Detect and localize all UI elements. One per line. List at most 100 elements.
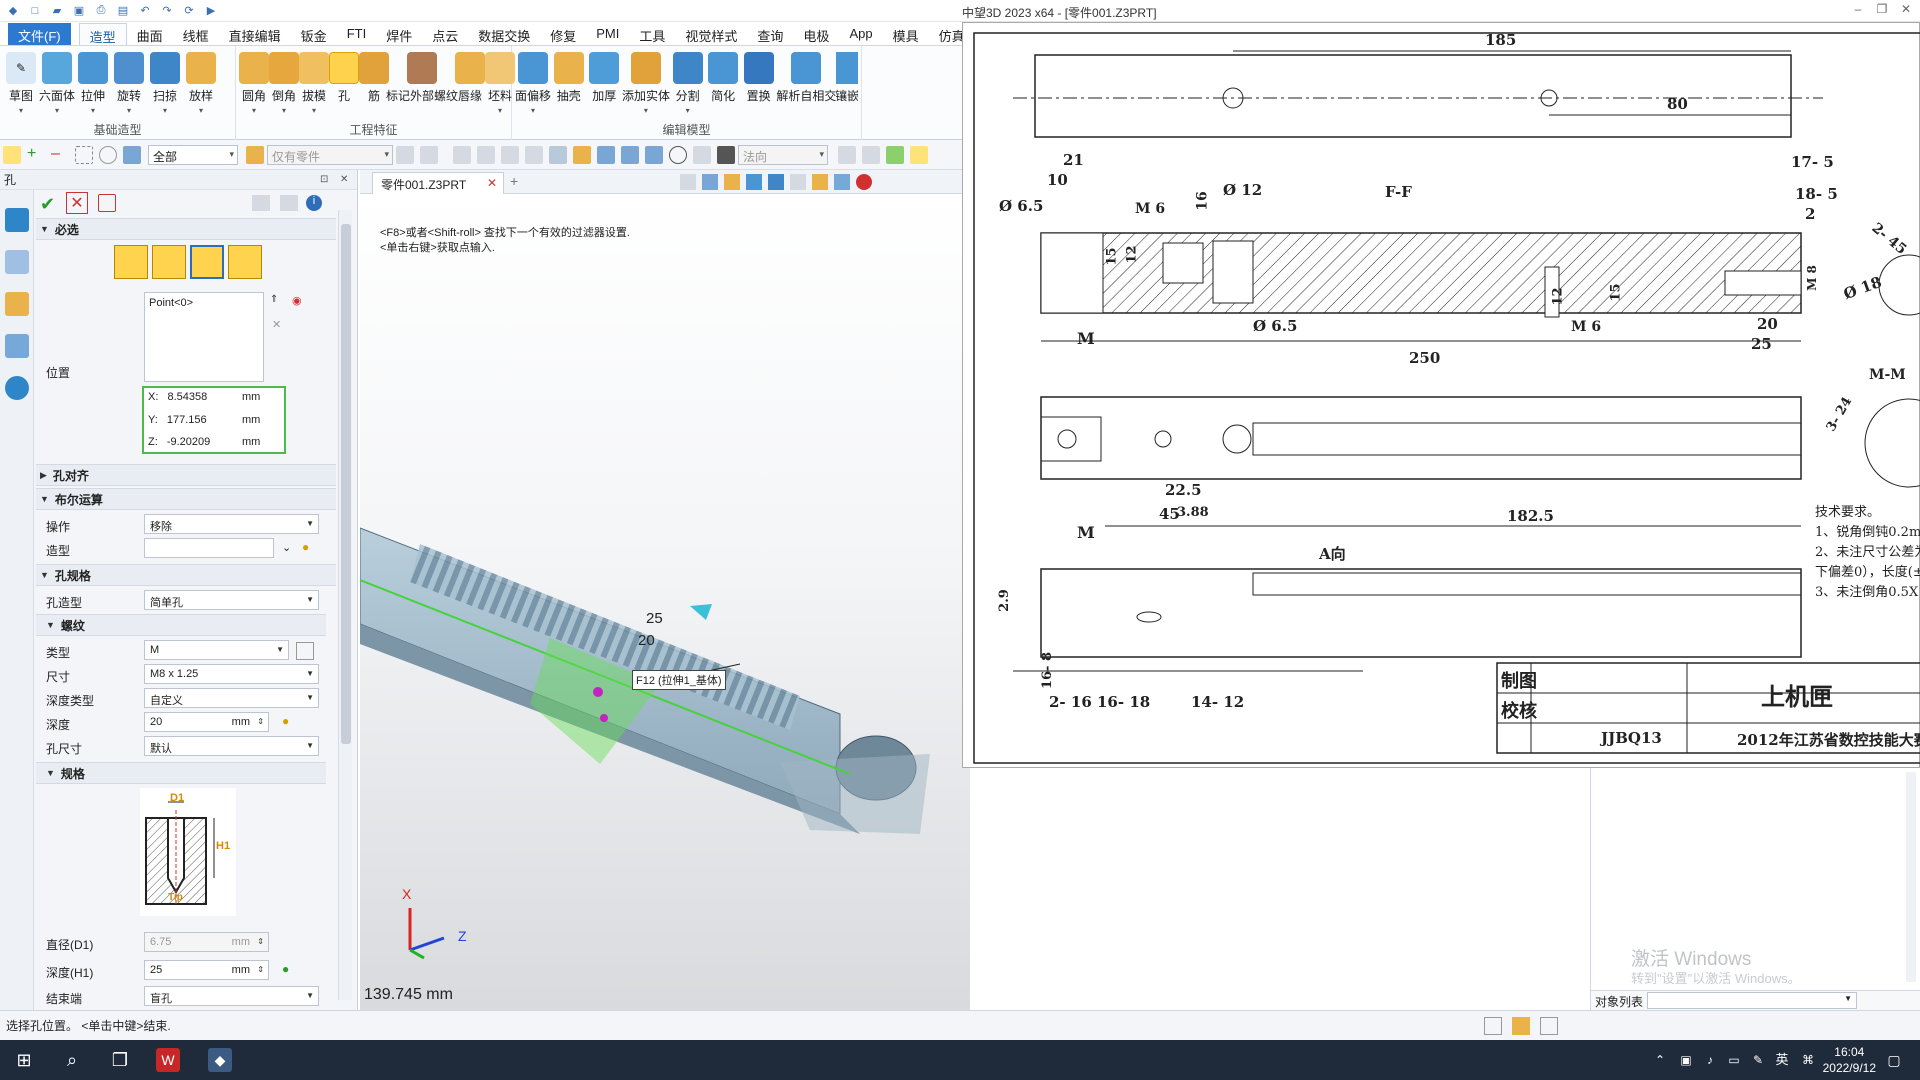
y-coordinate-field[interactable]: Y: 177.156: [148, 414, 207, 426]
pick-icon[interactable]: [838, 145, 856, 164]
close-window-button[interactable]: ✕: [1894, 2, 1918, 20]
hole-size-select[interactable]: 默认 ▼: [144, 736, 319, 756]
hole-type-select[interactable]: 简单孔 ▼: [144, 590, 319, 610]
apply-button[interactable]: [98, 194, 116, 212]
end-type-select[interactable]: 盲孔 ▼: [144, 986, 319, 1006]
panel-pin-icon[interactable]: ⊡: [320, 174, 328, 185]
section-boolean[interactable]: ▼ 布尔运算: [36, 488, 336, 510]
stop-icon[interactable]: [717, 145, 735, 164]
menu-electrode[interactable]: 电极: [793, 23, 839, 45]
menu-wireframe[interactable]: 线框: [173, 23, 219, 45]
new-tab-icon[interactable]: +: [510, 173, 518, 189]
menu-surface[interactable]: 曲面: [127, 23, 173, 45]
thread-table-icon[interactable]: [296, 642, 314, 660]
history-icon[interactable]: [669, 145, 687, 164]
tray-network-icon[interactable]: ▣: [1674, 1048, 1698, 1072]
hole-point-marker-2[interactable]: [600, 714, 608, 722]
object-list-select[interactable]: ▼: [1647, 992, 1857, 1009]
object-panel-scrollbar[interactable]: [1906, 772, 1916, 982]
menu-data-exchange[interactable]: 数据交换: [468, 23, 540, 45]
tray-display-icon[interactable]: ▭: [1722, 1048, 1746, 1072]
section-hole-align[interactable]: ▶ 孔对齐: [36, 464, 336, 486]
pencil-icon[interactable]: [280, 195, 298, 211]
position-list-item[interactable]: Point<0>: [149, 297, 193, 309]
tapered-hole-icon[interactable]: [228, 245, 262, 279]
direction-select[interactable]: 法向 ▾: [738, 144, 828, 165]
view-pencil-icon[interactable]: [724, 174, 740, 190]
tray-sound-icon[interactable]: ♪: [1698, 1048, 1722, 1072]
shape-select-icon[interactable]: [99, 145, 117, 164]
position-list[interactable]: Point<0>: [144, 292, 264, 382]
screen-icon[interactable]: [1512, 1017, 1530, 1035]
app-logo-icon[interactable]: ◆: [4, 2, 22, 20]
shape-input[interactable]: [144, 538, 274, 558]
part-filter-icon[interactable]: [246, 145, 264, 164]
section-spec[interactable]: ▼ 规格: [36, 762, 326, 784]
depth-h1-input[interactable]: 25 mm ⇕: [144, 960, 269, 980]
taskbar-clock[interactable]: 16:04 2022/9/12: [1823, 1044, 1876, 1076]
menu-modeling[interactable]: 造型: [78, 23, 127, 45]
menu-visual-style[interactable]: 视觉样式: [675, 23, 747, 45]
distribute-icon[interactable]: [525, 145, 543, 164]
section-view-icon[interactable]: [790, 174, 806, 190]
menu-pmi[interactable]: PMI: [586, 23, 629, 45]
print-icon[interactable]: ⎙: [92, 2, 110, 20]
part-icon[interactable]: [5, 292, 29, 316]
panel-scroll-thumb[interactable]: [341, 224, 351, 744]
save-icon[interactable]: ▣: [70, 2, 88, 20]
box-select-icon[interactable]: [75, 145, 93, 164]
dimension-20[interactable]: 20: [638, 632, 655, 649]
panel-close-icon[interactable]: ✕: [340, 174, 348, 185]
part-filter-select[interactable]: 仅有零件 ▾: [267, 144, 393, 165]
pick-settings-icon[interactable]: [862, 145, 880, 164]
confirm-button[interactable]: ✔: [40, 194, 55, 215]
snap-toggle-icon[interactable]: [910, 145, 928, 164]
drawing-reference-window[interactable]: 185 80 21 10 Ø 6.5 M 6 16 Ø 12 15 12 F-F…: [962, 22, 1920, 768]
menu-tools[interactable]: 工具: [629, 23, 675, 45]
tray-ime-grid-icon[interactable]: ⌘: [1796, 1048, 1820, 1072]
info-icon[interactable]: i: [306, 195, 322, 211]
hole-point-marker[interactable]: [593, 687, 603, 697]
bracket-icon[interactable]: [693, 145, 711, 164]
display-mode-icon[interactable]: [768, 174, 784, 190]
menu-inquire[interactable]: 查询: [747, 23, 793, 45]
zw3d-app-icon[interactable]: ◆: [208, 1048, 232, 1072]
z-coordinate-field[interactable]: Z: -9.20209: [148, 436, 210, 448]
close-tab-icon[interactable]: ✕: [487, 176, 497, 190]
view-icon[interactable]: [597, 145, 615, 164]
menu-sheet-metal[interactable]: 钣金: [291, 23, 337, 45]
notification-icon[interactable]: ▢: [1882, 1048, 1906, 1072]
thread-depth-input[interactable]: 20 mm ⇕: [144, 712, 269, 732]
menu-file[interactable]: 文件(F): [8, 23, 71, 45]
run-icon[interactable]: ▶: [202, 2, 220, 20]
remove-point-icon[interactable]: ✕: [272, 318, 281, 331]
pick-point-icon[interactable]: ◉: [292, 294, 302, 307]
layout-icon[interactable]: [1484, 1017, 1502, 1035]
eye-icon[interactable]: [252, 195, 270, 211]
cosmetic-hole-icon[interactable]: [152, 245, 186, 279]
move-up-icon[interactable]: ⇑: [270, 294, 278, 305]
depth-type-select[interactable]: 自定义 ▼: [144, 688, 319, 708]
dimension-25[interactable]: 25: [646, 610, 663, 627]
menu-fti[interactable]: FTI: [337, 23, 377, 45]
filter-select[interactable]: 全部 ▾: [148, 144, 238, 165]
cancel-button[interactable]: ✕: [66, 192, 88, 214]
thread-size-select[interactable]: M8 x 1.25 ▼: [144, 664, 319, 684]
menu-point-cloud[interactable]: 点云: [422, 23, 468, 45]
diameter-input[interactable]: 6.75 mm ⇕: [144, 932, 269, 952]
image-library-icon[interactable]: [5, 334, 29, 358]
image-icon[interactable]: [645, 145, 663, 164]
task-view-icon[interactable]: ❐: [108, 1048, 132, 1072]
threaded-hole-icon[interactable]: [190, 245, 224, 279]
align-center-icon[interactable]: [477, 145, 495, 164]
panel-scrollbar[interactable]: [338, 210, 352, 1000]
tray-chevron-icon[interactable]: ⌃: [1648, 1048, 1672, 1072]
snap-icon[interactable]: [396, 145, 414, 164]
filter-type-icon[interactable]: [123, 145, 141, 164]
document-tab[interactable]: 零件001.Z3PRT ✕: [372, 172, 504, 194]
align-left-icon[interactable]: [453, 145, 471, 164]
assembly-tree-icon[interactable]: [5, 250, 29, 274]
pick-shape-icon[interactable]: ●: [302, 540, 309, 554]
thread-type-select[interactable]: M ▼: [144, 640, 289, 660]
folder-icon[interactable]: [573, 145, 591, 164]
